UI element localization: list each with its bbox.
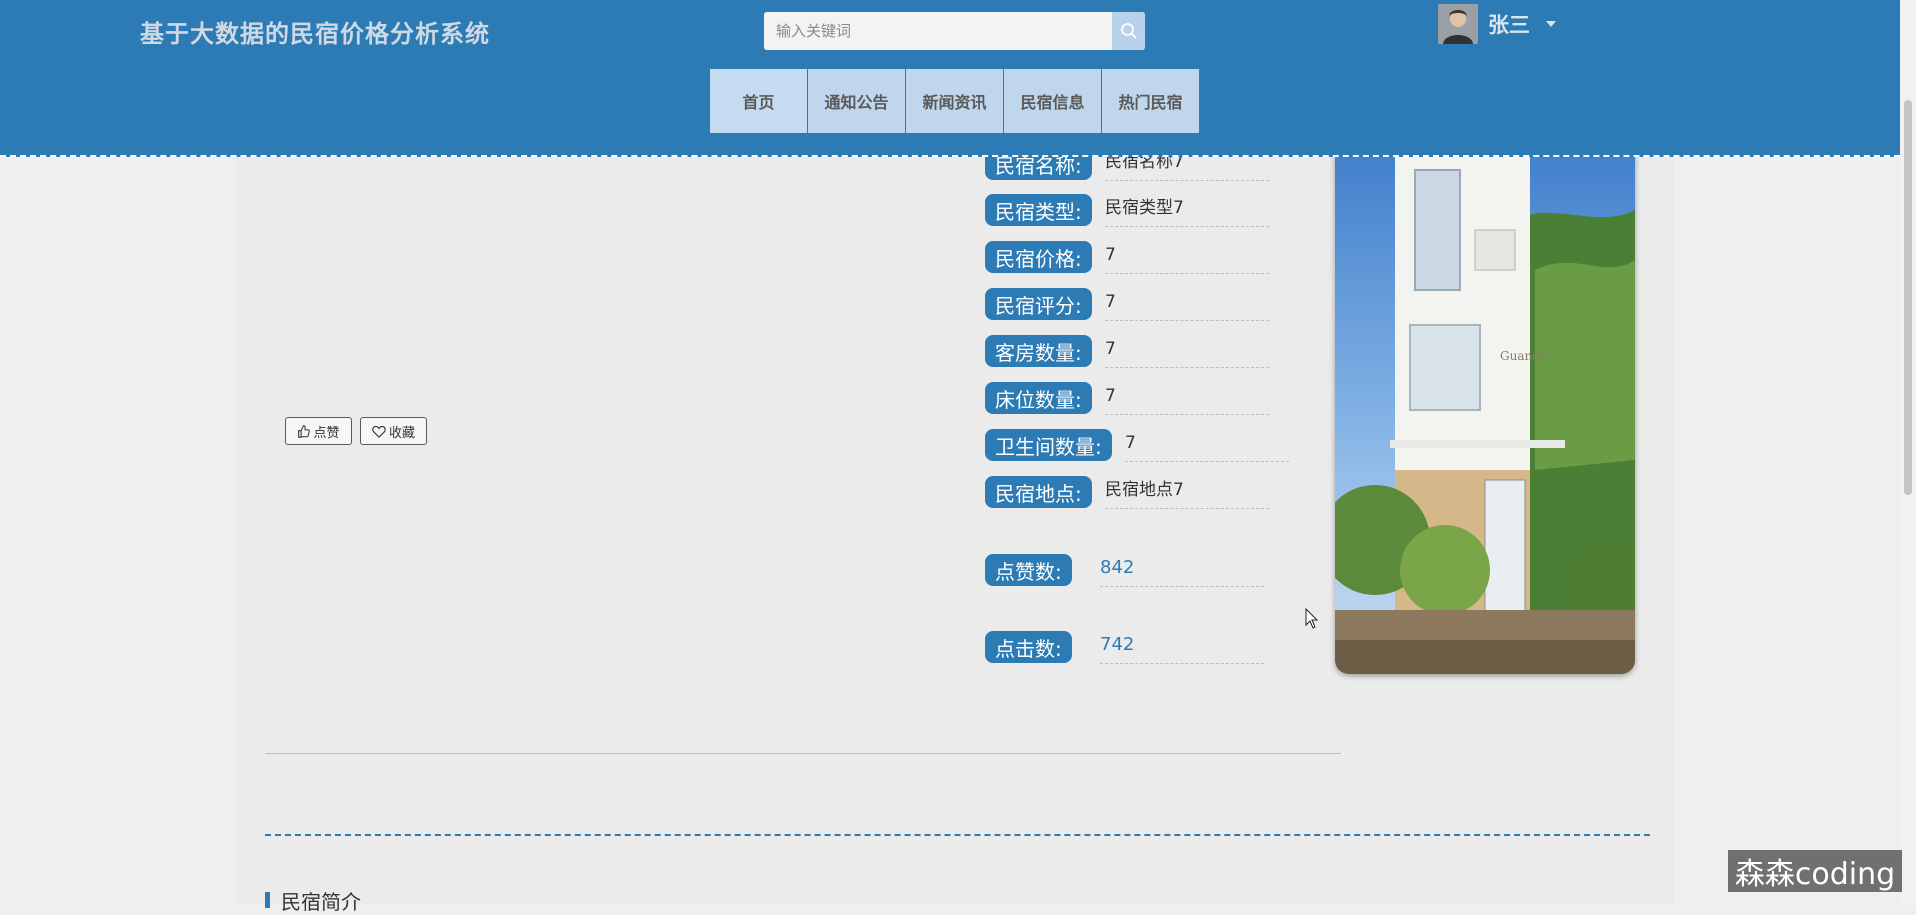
- like-button[interactable]: 点赞: [285, 417, 352, 445]
- click-count-label: 点击数:: [985, 631, 1072, 663]
- nav-news[interactable]: 新闻资讯: [906, 69, 1003, 133]
- section-divider-dashed: [265, 834, 1650, 836]
- svg-text:Guaner: Guaner: [1500, 349, 1545, 363]
- field-beds-value: 7: [1105, 382, 1269, 415]
- watermark: 森森coding: [1728, 850, 1902, 892]
- nav-homestay-info[interactable]: 民宿信息: [1004, 69, 1101, 133]
- section-title: 民宿简介: [281, 890, 361, 914]
- field-type-label: 民宿类型:: [985, 194, 1092, 226]
- field-location-value: 民宿地点7: [1105, 476, 1269, 509]
- like-label: 点赞: [313, 424, 340, 440]
- field-type-value: 民宿类型7: [1105, 194, 1269, 227]
- section-divider: [265, 753, 1341, 754]
- field-beds-label: 床位数量:: [985, 382, 1092, 414]
- field-rooms-label: 客房数量:: [985, 335, 1092, 367]
- field-bathrooms-label: 卫生间数量:: [985, 429, 1112, 461]
- user-menu[interactable]: 张三: [1438, 3, 1556, 45]
- site-title[interactable]: 基于大数据的民宿价格分析系统: [140, 14, 490, 49]
- like-count-value: 842: [1100, 554, 1264, 587]
- page-scrollbar[interactable]: [1900, 0, 1916, 904]
- click-count-value: 742: [1100, 631, 1264, 664]
- site-header: 基于大数据的民宿价格分析系统 张三 首页 通知公告 新闻资讯 民宿信息 热门民宿: [0, 0, 1900, 157]
- avatar-image: [1438, 4, 1478, 44]
- like-count-label: 点赞数:: [985, 554, 1072, 586]
- favorite-label: 收藏: [388, 424, 415, 440]
- field-rooms-value: 7: [1105, 335, 1269, 368]
- homestay-photo-image: Guaner: [1335, 140, 1635, 674]
- mouse-cursor-icon: [1305, 608, 1319, 629]
- field-price-label: 民宿价格:: [985, 241, 1092, 273]
- scrollbar-thumb[interactable]: [1904, 100, 1912, 495]
- caret-down-icon[interactable]: [1546, 21, 1556, 27]
- favorite-button[interactable]: 收藏: [360, 417, 427, 445]
- avatar[interactable]: [1438, 4, 1478, 44]
- search-button[interactable]: [1112, 12, 1145, 50]
- nav-notices[interactable]: 通知公告: [808, 69, 905, 133]
- field-price-value: 7: [1105, 241, 1269, 274]
- field-rating-label: 民宿评分:: [985, 288, 1092, 320]
- main-nav: 首页 通知公告 新闻资讯 民宿信息 热门民宿: [710, 69, 1200, 133]
- username[interactable]: 张三: [1488, 9, 1530, 39]
- thumbs-up-icon: [298, 424, 311, 438]
- heart-icon: [372, 425, 386, 438]
- search-icon: [1120, 23, 1137, 39]
- field-location-label: 民宿地点:: [985, 476, 1092, 508]
- search-box: [764, 12, 1145, 50]
- homestay-photo: Guaner: [1335, 140, 1635, 674]
- nav-popular-homestays[interactable]: 热门民宿: [1102, 69, 1199, 133]
- field-bathrooms-value: 7: [1125, 429, 1289, 462]
- search-input[interactable]: [764, 12, 1100, 50]
- nav-home[interactable]: 首页: [710, 69, 807, 133]
- field-rating-value: 7: [1105, 288, 1269, 321]
- section-title-marker: [265, 892, 270, 908]
